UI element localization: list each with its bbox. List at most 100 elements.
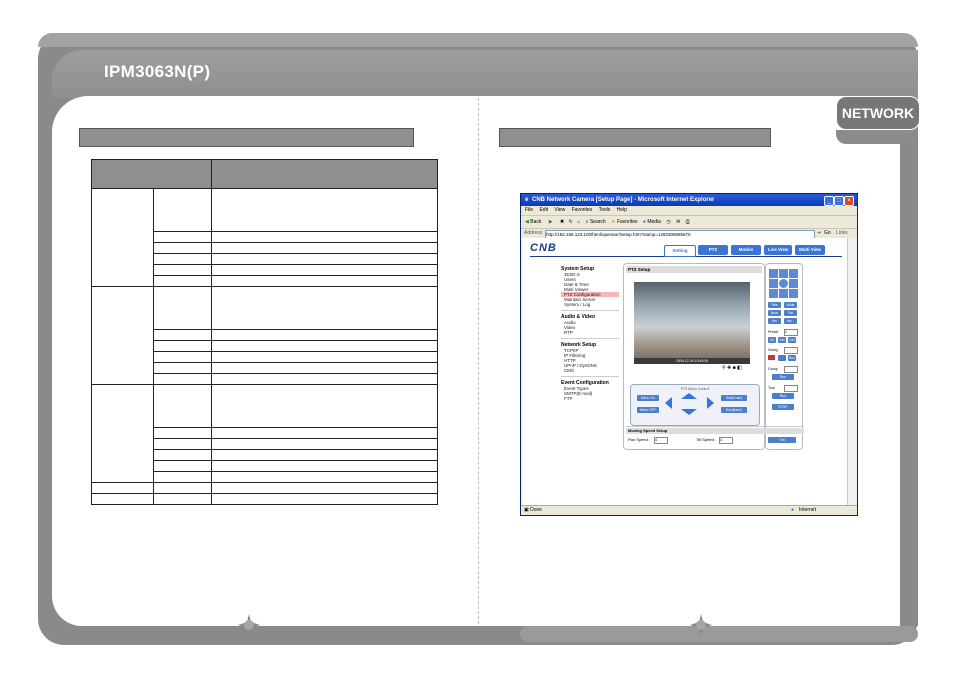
tab-motion[interactable]: Motion [731,245,761,255]
camera-tool-icons[interactable]: ⚲ ✚ ■ ◧ [722,365,742,371]
vertical-scrollbar[interactable] [847,238,857,505]
preset-set-button[interactable]: Set [778,337,786,343]
media-icon[interactable]: ● [643,219,646,225]
near-button[interactable]: Near [768,310,781,316]
top-strip [38,33,918,47]
ptz-control-label: PTZ Menu Control [680,387,710,391]
menu-view[interactable]: View [554,207,565,213]
menu-off-button[interactable]: Menu OFF [637,407,659,413]
browser-window: e CNB Network Camera [Setup Page] - Micr… [520,193,858,516]
home-icon[interactable]: ⌂ [577,219,580,225]
minimize-button[interactable]: _ [824,196,834,206]
speed-set-button[interactable]: Set [768,437,796,443]
tab-setting[interactable]: Setting [664,245,696,257]
back-button[interactable]: Back [530,219,541,225]
esc-back-button[interactable]: Esc(Back) [721,407,747,413]
preset-del-button[interactable]: Del [788,337,796,343]
wide-button[interactable]: Wide [784,302,797,308]
group-label: Group [768,367,778,371]
menu-item[interactable]: System / Log [561,302,619,307]
window-titlebar: e CNB Network Camera [Setup Page] - Micr… [521,194,857,206]
iris-button[interactable]: Iris [768,318,781,324]
left-section-bar [79,128,414,147]
set-enter-button[interactable]: Set(Enter) [721,395,747,401]
mail-icon[interactable]: ✉ [676,219,680,225]
menu-edit[interactable]: Edit [539,207,548,213]
table-row [91,482,438,494]
close-button[interactable]: × [844,196,854,206]
menu-divider [561,338,619,339]
favorites-button[interactable]: Favorites [617,219,638,225]
print-icon[interactable]: ⎙ [686,219,690,225]
stop-icon[interactable]: ✖ [560,219,564,225]
page-content: CNB Setting PTZ Motion Live View Multi V… [522,238,847,505]
forward-icon[interactable]: ▶ [549,219,553,225]
media-button[interactable]: Media [647,219,661,225]
window-title: CNB Network Camera [Setup Page] - Micros… [532,197,715,203]
internet-zone-icon: ● [791,507,795,513]
menu-on-button[interactable]: Menu On [637,395,659,401]
menu-item[interactable]: FTP [561,396,619,401]
table-row [91,286,438,385]
bottom-bar [520,626,918,642]
far-button[interactable]: Far [784,310,797,316]
ptz-setup-title: PTZ Setup [626,266,762,273]
ptz-up-icon[interactable] [681,393,697,399]
document-title: IPM3063N(P) [104,62,211,81]
tour-select[interactable] [784,385,798,392]
ptz-right-icon[interactable] [707,397,714,409]
right-side-band [905,414,918,626]
links-button[interactable]: Links [836,229,848,238]
pan-speed-label: Pan Speed : [628,437,651,442]
tab-ptz[interactable]: PTZ [698,245,728,255]
group-run-button[interactable]: Run [772,374,794,380]
preset-go-button[interactable]: Go [768,337,776,343]
menu-file[interactable]: File [525,207,533,213]
menu-item[interactable]: CMS [561,368,619,373]
menu-item[interactable]: RTP [561,330,619,335]
table-row [91,493,438,505]
status-bar: ▣ Done ● Internet [521,505,857,515]
tele-button[interactable]: Tele [768,302,781,308]
maximize-button[interactable]: □ [834,196,844,206]
tab-multi-view[interactable]: Multi View [795,245,825,255]
group-select[interactable] [784,366,798,373]
tilt-speed-select[interactable]: 4 [719,437,733,444]
pan-speed-select[interactable]: 4 [654,437,668,444]
tour-run-button[interactable]: Run [772,393,794,399]
ptz-down-icon[interactable] [681,409,697,415]
tour-label: Tour [768,386,775,390]
menu-tools[interactable]: Tools [599,207,611,213]
go-arrow-icon[interactable]: ➔ [817,229,821,238]
menu-favorites[interactable]: Favorites [572,207,593,213]
search-icon[interactable]: ⌕ [586,219,589,225]
swing-run-button[interactable]: Run [788,355,796,361]
favorites-icon[interactable]: ★ [611,219,615,225]
ptz-left-icon[interactable] [665,397,672,409]
spec-table [91,159,438,505]
record-icon[interactable] [768,355,775,360]
tilt-speed-label: Tilt Speed : [696,437,717,442]
swing-stop-button[interactable] [778,355,786,361]
refresh-icon[interactable]: ↻ [569,219,573,225]
iris-minus-button[interactable]: Iris - [784,318,797,324]
search-button[interactable]: Search [590,219,606,225]
menu-divider [561,376,619,377]
swing-label: Swing [768,348,778,352]
zone-text: Internet [799,507,816,513]
moving-speed-section: Moving Speed Setup Pan Speed : 4 Tilt Sp… [626,426,804,447]
menu-help[interactable]: Help [617,207,627,213]
swing-select[interactable] [784,347,798,354]
history-icon[interactable]: ◷ [666,219,670,225]
preset-select[interactable]: 1 [784,329,798,336]
page-divider [478,98,479,624]
ie-icon: e [525,197,529,203]
back-icon[interactable]: ◀ [525,219,529,225]
tab-live-view[interactable]: Live View [764,245,792,255]
page-icon: ▣ [524,507,529,513]
address-label: Address [524,230,543,236]
ptz-down-right-icon[interactable] [788,288,799,299]
stop-button[interactable]: STOP [772,404,794,410]
go-button[interactable]: Go [824,229,831,238]
table-header-row [91,159,438,189]
